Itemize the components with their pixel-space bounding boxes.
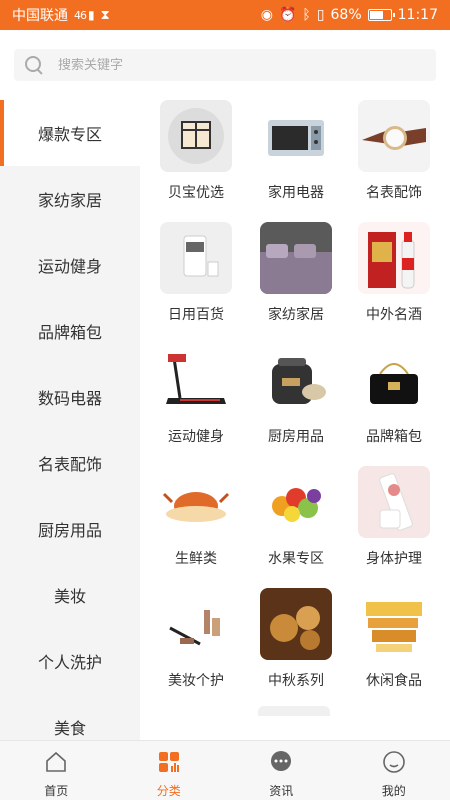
category-label: 运动健身 <box>168 429 224 445</box>
search-box[interactable] <box>14 49 436 81</box>
box-icon <box>160 100 232 172</box>
sidebar-item-label: 美妆 <box>53 587 86 606</box>
category-item[interactable]: 厨房用品 <box>240 344 340 464</box>
alarm-icon: ⏰ <box>278 7 297 23</box>
kettle-icon <box>160 222 232 294</box>
scroll-indicator <box>258 706 330 716</box>
category-label: 休闲食品 <box>366 673 422 689</box>
profile-icon <box>382 750 406 778</box>
tab-label: 分类 <box>156 784 181 798</box>
sidebar-item[interactable]: 个人洗护 <box>0 628 140 694</box>
sidebar-item[interactable]: 品牌箱包 <box>0 298 140 364</box>
battery-percent: 68% <box>330 7 362 23</box>
category-label: 贝宝优选 <box>168 185 224 201</box>
category-item[interactable]: 休闲食品 <box>338 588 438 708</box>
tab-category[interactable]: 分类 <box>113 741 226 800</box>
sidebar-item-label: 名表配饰 <box>37 455 102 474</box>
chat-icon <box>269 750 293 778</box>
sidebar-item[interactable]: 家纺家居 <box>0 166 140 232</box>
bedding-icon <box>260 222 332 294</box>
category-item[interactable]: 贝宝优选 <box>140 100 240 220</box>
category-item[interactable]: 中秋系列 <box>240 588 340 708</box>
category-label: 美妆个护 <box>168 673 224 689</box>
category-label: 家纺家居 <box>268 307 324 323</box>
category-label: 生鲜类 <box>175 551 217 567</box>
snacks-icon <box>358 588 430 660</box>
category-icon <box>157 750 181 778</box>
tab-label: 我的 <box>381 784 406 798</box>
cooker-icon <box>260 344 332 416</box>
sidebar-item[interactable]: 美食 <box>0 694 140 740</box>
category-label: 名表配饰 <box>366 185 422 201</box>
makeup-icon <box>160 588 232 660</box>
sidebar-item-label: 运动健身 <box>37 257 102 276</box>
category-item[interactable]: 身体护理 <box>338 466 438 586</box>
sidebar-item[interactable]: 美妆 <box>0 562 140 628</box>
clock: 11:17 <box>397 7 438 23</box>
sidebar-item[interactable]: 数码电器 <box>0 364 140 430</box>
category-item[interactable]: 生鲜类 <box>140 466 240 586</box>
crab-icon <box>160 466 232 538</box>
sidebar-item-label: 数码电器 <box>37 389 102 408</box>
category-item[interactable]: 美妆个护 <box>140 588 240 708</box>
watch-icon <box>358 100 430 172</box>
category-label: 中秋系列 <box>268 673 324 689</box>
category-label: 家用电器 <box>268 185 324 201</box>
sidebar-item-label: 品牌箱包 <box>37 323 102 342</box>
sidebar-item-label: 厨房用品 <box>37 521 102 540</box>
liquor-icon <box>358 222 430 294</box>
category-label: 中外名酒 <box>366 307 422 323</box>
handbag-icon <box>358 344 430 416</box>
sidebar-item-label: 美食 <box>53 719 86 738</box>
sidebar-item[interactable]: 爆款专区 <box>0 100 140 166</box>
search-icon <box>24 55 44 75</box>
sidebar-item[interactable]: 厨房用品 <box>0 496 140 562</box>
signal-icon: 46 <box>74 8 87 22</box>
category-grid: 贝宝优选 家用电器 名表配饰日用百货 家纺家居 中外名酒运动健身 厨房用品 品牌箱包生鲜类 水… <box>140 100 450 715</box>
tab-news[interactable]: 资讯 <box>225 741 338 800</box>
hourglass-icon: ⧗ <box>100 7 110 23</box>
category-item[interactable]: 品牌箱包 <box>338 344 438 464</box>
tab-label: 首页 <box>44 784 69 798</box>
search-input[interactable] <box>58 57 398 73</box>
eye-icon: ◉ <box>260 7 273 23</box>
category-item[interactable]: 家纺家居 <box>240 222 340 342</box>
mooncake-icon <box>260 588 332 660</box>
sidebar-item-label: 个人洗护 <box>37 653 102 672</box>
carrier-name: 中国联通 <box>12 8 68 24</box>
sidebar-item-label: 家纺家居 <box>37 191 102 210</box>
category-label: 厨房用品 <box>268 429 324 445</box>
category-item[interactable]: 日用百货 <box>140 222 240 342</box>
category-item[interactable]: 名表配饰 <box>338 100 438 220</box>
status-bar: 中国联通 46 ▮ ⧗ ◉ ⏰ ᛒ ▯ 68% 11:17 <box>0 0 450 30</box>
sidebar-item-label: 爆款专区 <box>37 125 102 144</box>
mute-icon: ▯ <box>316 7 325 23</box>
tab-me[interactable]: 我的 <box>338 741 450 800</box>
tab-home[interactable]: 首页 <box>0 741 113 800</box>
treadmill-icon <box>160 344 232 416</box>
sidebar-item[interactable]: 运动健身 <box>0 232 140 298</box>
category-item[interactable]: 家用电器 <box>240 100 340 220</box>
category-label: 品牌箱包 <box>366 429 422 445</box>
sidebar-item[interactable]: 名表配饰 <box>0 430 140 496</box>
bluetooth-icon: ᛒ <box>302 7 311 23</box>
category-label: 水果专区 <box>268 551 324 567</box>
home-icon <box>44 750 68 778</box>
category-sidebar: 爆款专区家纺家居运动健身品牌箱包数码电器名表配饰厨房用品美妆个人洗护美食 <box>0 100 140 740</box>
category-item[interactable]: 运动健身 <box>140 344 240 464</box>
tab-label: 资讯 <box>269 784 294 798</box>
signal-bars-icon: ▮ <box>88 8 95 22</box>
fruit-icon <box>260 466 332 538</box>
bottom-tab-bar: 首页 分类 资讯 我的 <box>0 740 450 800</box>
lotion-icon <box>358 466 430 538</box>
category-label: 身体护理 <box>366 551 422 567</box>
search-bar <box>0 30 450 100</box>
battery-icon <box>367 9 395 21</box>
category-item[interactable]: 水果专区 <box>240 466 340 586</box>
oven-icon <box>260 100 332 172</box>
category-item[interactable]: 中外名酒 <box>338 222 438 342</box>
category-label: 日用百货 <box>168 307 224 323</box>
